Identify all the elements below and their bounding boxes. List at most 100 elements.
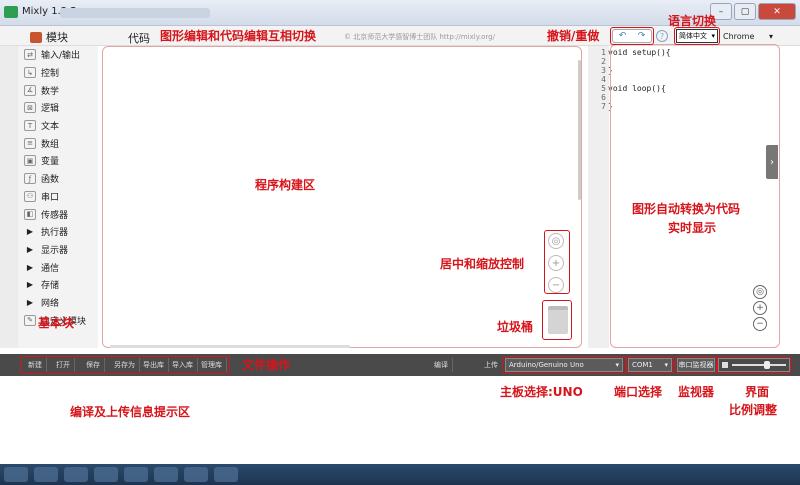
scale-slider[interactable] (718, 358, 790, 372)
expand-triangle-icon: ▶ (26, 227, 34, 237)
save-button[interactable]: 保存 (82, 358, 105, 372)
os-taskbar (0, 464, 800, 485)
sidebar-item-logic[interactable]: ⊠ 逻辑 (18, 99, 98, 117)
code-line: 7} (601, 102, 613, 111)
browser-select[interactable]: Chrome ▾ (720, 29, 776, 43)
zoom-out-icon[interactable]: − (548, 277, 564, 293)
zoom-out-icon[interactable]: − (753, 317, 767, 331)
sidebar-item-serial[interactable]: ⚇ 串口 (18, 188, 98, 206)
sidebar-item-label: 控制 (41, 69, 60, 80)
annotation-trash: 垃圾桶 (497, 320, 534, 334)
copyright-note: © 北京师范大学感智博士团队 http://mixly.org/ (344, 33, 495, 41)
sensor-icon: ◧ (24, 208, 36, 220)
chevron-right-icon[interactable]: › (766, 145, 778, 179)
sidebar-item-control[interactable]: ↳ 控制 (18, 64, 98, 82)
open-button[interactable]: 打开 (52, 358, 75, 372)
save-as-button[interactable]: 另存为 (110, 358, 140, 372)
code-line: 5 void loop(){ (601, 84, 666, 93)
annotation-switch: 图形编辑和代码编辑互相切换 (160, 29, 317, 43)
sidebar-item-variable[interactable]: ▣ 变量 (18, 152, 98, 170)
function-icon: ƒ (24, 173, 36, 185)
annotation-monitor: 监视器 (678, 385, 715, 399)
port-select[interactable]: COM1 ▾ (628, 358, 672, 372)
start-icon[interactable] (4, 467, 28, 482)
chevron-down-icon: ▾ (768, 31, 773, 41)
language-value: 简体中文 (679, 32, 707, 40)
sidebar-item-network[interactable]: ▶ 网络 (18, 294, 98, 312)
manage-library-button[interactable]: 管理库 (197, 358, 227, 372)
taskbar-app-icon[interactable] (184, 467, 208, 482)
chevron-down-icon: ▾ (711, 32, 715, 40)
expand-triangle-icon: ▶ (26, 244, 34, 254)
sidebar-item-storage[interactable]: ▶ 存储 (18, 276, 98, 294)
expand-triangle-icon: ▶ (26, 297, 34, 307)
zoom-in-icon[interactable]: + (548, 255, 564, 271)
taskbar-app-icon[interactable] (214, 467, 238, 482)
sidebar-item-actuator[interactable]: ▶ 执行器 (18, 223, 98, 241)
code-line: 2 (601, 57, 606, 66)
sidebar-item-label: 通信 (41, 263, 60, 274)
sidebar-item-communication[interactable]: ▶ 通信 (18, 258, 98, 276)
upload-button[interactable]: 上传 (480, 358, 503, 372)
annotation-file-ops: 文件操作 (242, 358, 291, 372)
trash-icon[interactable] (548, 306, 568, 334)
sidebar-item-label: 执行器 (41, 228, 69, 239)
tab-blocks[interactable]: 模块 (30, 29, 68, 45)
compile-button[interactable]: 编译 (430, 358, 453, 372)
sidebar-item-label: 文本 (41, 122, 60, 133)
zoom-in-icon[interactable]: + (753, 301, 767, 315)
language-select[interactable]: 简体中文 ▾ (676, 29, 718, 43)
mixly-logo-icon (4, 6, 18, 18)
sidebar-item-sensor[interactable]: ◧ 传感器 (18, 205, 98, 223)
help-icon[interactable]: ? (656, 30, 668, 42)
annotation-auto-convert-2: 实时显示 (668, 221, 717, 235)
export-library-button[interactable]: 导出库 (139, 358, 169, 372)
sidebar-item-text[interactable]: T 文本 (18, 117, 98, 135)
taskbar-app-icon[interactable] (34, 467, 58, 482)
port-value: COM1 (632, 361, 653, 369)
workspace-horizontal-scrollbar[interactable] (110, 345, 350, 348)
taskbar-app-icon[interactable] (124, 467, 148, 482)
annotation-zoom: 居中和缩放控制 (440, 257, 525, 271)
taskbar-app-icon[interactable] (94, 467, 118, 482)
sidebar-item-label: 变量 (41, 157, 60, 168)
annotation-undo-redo: 撤销/重做 (547, 29, 600, 43)
sidebar-item-display[interactable]: ▶ 显示器 (18, 241, 98, 259)
maximize-button[interactable]: ▢ (734, 3, 756, 20)
window-controls: – ▢ ✕ (710, 3, 796, 20)
blurred-tab (60, 8, 210, 18)
sidebar-item-function[interactable]: ƒ 函数 (18, 170, 98, 188)
math-icon: ∡ (24, 84, 36, 96)
new-button[interactable]: 新建 (24, 358, 47, 372)
board-select[interactable]: Arduino/Genuino Uno ▾ (505, 358, 623, 372)
io-icon: ⇄ (24, 49, 36, 61)
scale-track[interactable] (732, 361, 786, 369)
taskbar-app-icon[interactable] (154, 467, 178, 482)
annotation-port: 端口选择 (614, 385, 663, 399)
block-workspace[interactable] (102, 46, 582, 348)
taskbar-app-icon[interactable] (64, 467, 88, 482)
tab-code[interactable]: 代码 (128, 30, 150, 46)
code-editor[interactable]: 1 void setup(){ 2 3} 4 5 void loop(){ 6 7} (588, 46, 780, 348)
sidebar-item-label: 数组 (41, 139, 60, 150)
sidebar-item-label: 存储 (41, 281, 60, 292)
workspace-vertical-scrollbar[interactable] (578, 60, 581, 200)
scale-knob[interactable] (764, 361, 771, 369)
sidebar-item-io[interactable]: ⇄ 输入/输出 (18, 46, 98, 64)
redo-icon[interactable]: ↷ (638, 31, 646, 41)
center-icon[interactable]: ◎ (548, 233, 564, 249)
sidebar-item-math[interactable]: ∡ 数学 (18, 81, 98, 99)
center-icon[interactable]: ◎ (753, 285, 767, 299)
custom-icon: ✎ (24, 314, 36, 326)
undo-icon[interactable]: ↶ (619, 31, 627, 41)
workspace-zoom-controls: ◎ + − (548, 233, 564, 293)
control-icon: ↳ (24, 67, 36, 79)
array-icon: ≡ (24, 137, 36, 149)
scale-icon (722, 362, 728, 368)
sidebar-item-label: 函数 (41, 175, 60, 186)
import-library-button[interactable]: 导入库 (168, 358, 198, 372)
sidebar-item-array[interactable]: ≡ 数组 (18, 134, 98, 152)
serial-monitor-button[interactable]: 串口监视器 (677, 358, 715, 372)
close-button[interactable]: ✕ (758, 3, 796, 20)
sidebar-item-label: 传感器 (41, 210, 69, 221)
